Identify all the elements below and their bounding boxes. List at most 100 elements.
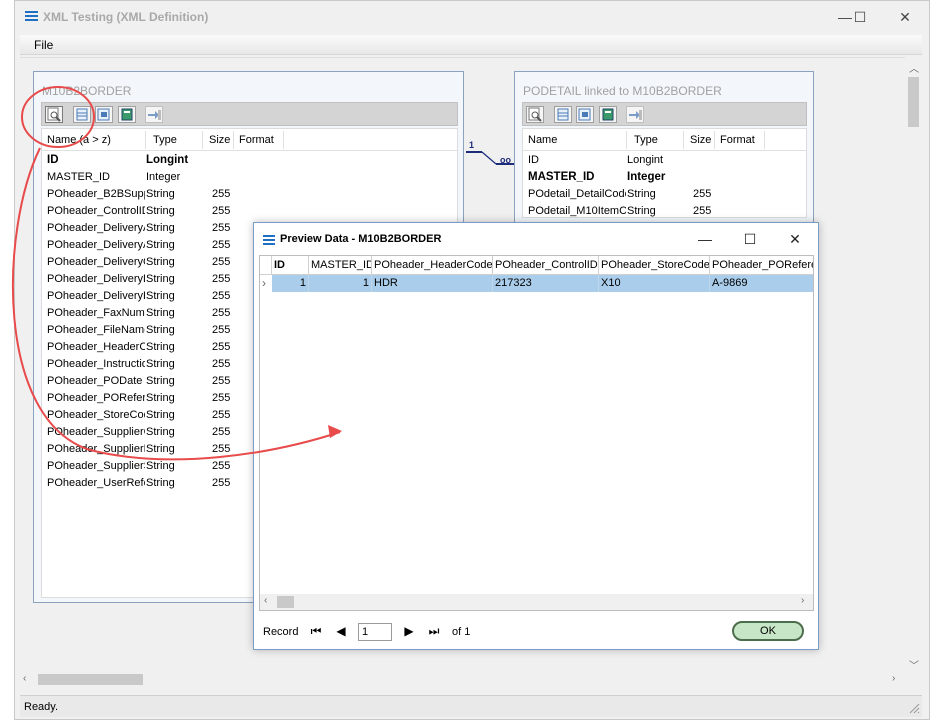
field-name: POheader_B2BSupplierCode: [47, 188, 145, 200]
field-row[interactable]: POdetail_M10ItemCodeString 255: [523, 203, 806, 220]
field-type: String: [146, 409, 175, 421]
grid-view-icon[interactable]: [73, 106, 91, 123]
field-name: POheader_PODate: [47, 375, 143, 387]
table-panel-podetail[interactable]: PODETAIL linked to M10B2BORDER Name Type…: [514, 71, 814, 223]
column-header-type[interactable]: Type: [634, 134, 658, 146]
status-text: Ready.: [24, 701, 59, 713]
field-row[interactable]: MASTER_ID Integer: [523, 169, 806, 186]
table-toolbar: [41, 102, 458, 126]
preview-column-id[interactable]: ID: [272, 256, 309, 275]
field-row[interactable]: ID Longint: [523, 152, 806, 169]
cell-master-id[interactable]: 1: [309, 275, 372, 292]
column-header-format[interactable]: Format: [239, 134, 274, 146]
preview-data-grid[interactable]: ID MASTER_ID POheader_HeaderCode POheade…: [259, 255, 814, 611]
preview-data-dialog: Preview Data - M10B2BORDER — ☐ ✕ ID MAST…: [253, 222, 819, 650]
table-row[interactable]: › 1 1 HDR 217323 X10 A-9869: [260, 275, 813, 292]
field-name: POheader_StoreCode: [47, 409, 145, 421]
preview-column-master-id[interactable]: MASTER_ID: [309, 256, 372, 275]
form-view-icon[interactable]: [576, 106, 594, 123]
menu-file[interactable]: File: [34, 38, 53, 52]
table-toolbar: [522, 102, 807, 126]
form-view-icon[interactable]: [95, 106, 113, 123]
cell-id[interactable]: 1: [272, 275, 309, 292]
field-name: ID: [47, 154, 59, 166]
field-size: 255: [212, 341, 231, 353]
calculate-icon[interactable]: [118, 106, 136, 123]
field-name: ID: [528, 154, 539, 166]
column-header-name[interactable]: Name: [528, 134, 557, 146]
preview-grid-header: ID MASTER_ID POheader_HeaderCode POheade…: [260, 256, 813, 275]
field-name: POheader_ControlID: [47, 205, 145, 217]
resize-grip-icon[interactable]: [908, 702, 920, 714]
column-header-name[interactable]: Name (a > z): [47, 134, 111, 146]
field-type: String: [146, 205, 175, 217]
scroll-down-icon[interactable]: ﹀: [909, 657, 919, 672]
preview-column-controlid[interactable]: POheader_ControlID: [493, 256, 599, 275]
record-navigator: Record ⏮ ◀ 1 ▶ ⏭ of 1: [263, 623, 763, 643]
scroll-right-icon[interactable]: ›: [892, 673, 895, 684]
cell-storecode[interactable]: X10: [599, 275, 710, 292]
preview-column-headercode[interactable]: POheader_HeaderCode: [372, 256, 493, 275]
field-type: String: [146, 290, 175, 302]
field-size: 255: [212, 239, 231, 251]
cell-headercode[interactable]: HDR: [372, 275, 493, 292]
preview-column-poreference[interactable]: POheader_POReference: [710, 256, 813, 275]
table-panel-title: PODETAIL linked to M10B2BORDER: [523, 84, 722, 98]
vertical-scroll-thumb[interactable]: [908, 77, 919, 127]
dialog-menu-icon[interactable]: [263, 235, 275, 247]
scroll-left-icon[interactable]: ‹: [23, 673, 26, 684]
preview-data-icon[interactable]: [526, 106, 544, 123]
field-name: POheader_UserReference: [47, 477, 145, 489]
field-row[interactable]: POheader_ControlID String 255: [42, 203, 457, 220]
column-header-type[interactable]: Type: [153, 134, 177, 146]
cell-poreference[interactable]: A-9869: [710, 275, 813, 292]
column-header-size[interactable]: Size: [690, 134, 711, 146]
calculate-icon[interactable]: [599, 106, 617, 123]
preview-horizontal-scrollbar[interactable]: ‹ ›: [260, 594, 813, 610]
field-row[interactable]: MASTER_ID Integer: [42, 169, 457, 186]
ok-button[interactable]: OK: [732, 621, 804, 641]
link-table-icon[interactable]: [145, 106, 163, 123]
last-record-icon[interactable]: ⏭: [427, 624, 441, 639]
preview-scroll-thumb[interactable]: [277, 596, 294, 608]
scroll-left-icon[interactable]: ‹: [264, 595, 267, 606]
field-size: 255: [212, 460, 231, 472]
scroll-right-icon[interactable]: ›: [801, 595, 804, 606]
field-name: POheader_HeaderCode: [47, 341, 145, 353]
field-type: String: [146, 477, 175, 489]
link-table-icon[interactable]: [626, 106, 644, 123]
column-header-size[interactable]: Size: [209, 134, 230, 146]
previous-record-icon[interactable]: ◀: [334, 624, 348, 638]
horizontal-scrollbar[interactable]: ‹ ›: [20, 671, 905, 688]
scroll-up-icon[interactable]: ︿: [909, 60, 919, 75]
field-name: POdetail_M10ItemCode: [528, 205, 626, 217]
maximize-button[interactable]: ☐: [846, 7, 874, 27]
horizontal-scroll-thumb[interactable]: [38, 674, 143, 685]
field-type: String: [146, 222, 175, 234]
vertical-scrollbar[interactable]: ︿ ﹀: [905, 57, 922, 687]
field-size: 255: [212, 477, 231, 489]
column-header-format[interactable]: Format: [720, 134, 755, 146]
field-size: 255: [212, 256, 231, 268]
field-name: POheader_DeliveryAttention: [47, 239, 145, 251]
menu-bar: File: [20, 35, 922, 55]
next-record-icon[interactable]: ▶: [402, 624, 416, 638]
field-row[interactable]: POheader_B2BSupplierCodeString 255: [42, 186, 457, 203]
first-record-icon[interactable]: ⏮: [309, 624, 323, 639]
field-row[interactable]: POdetail_DetailCode String 255: [523, 186, 806, 203]
field-size: 255: [693, 205, 712, 217]
preview-data-icon[interactable]: [45, 106, 63, 123]
dialog-minimize-button[interactable]: —: [691, 229, 719, 249]
field-type: String: [146, 358, 175, 370]
field-name: POheader_SupplierState: [47, 460, 145, 472]
dialog-close-button[interactable]: ✕: [781, 229, 809, 249]
preview-column-storecode[interactable]: POheader_StoreCode: [599, 256, 710, 275]
field-row[interactable]: ID Longint: [42, 152, 457, 169]
cell-controlid[interactable]: 217323: [493, 275, 599, 292]
app-menu-icon[interactable]: [25, 11, 38, 22]
record-number-input[interactable]: 1: [358, 623, 392, 641]
dialog-maximize-button[interactable]: ☐: [736, 229, 764, 249]
grid-view-icon[interactable]: [554, 106, 572, 123]
field-list: Name Type Size Format ID Longint MASTER_ID…: [522, 128, 807, 218]
close-button[interactable]: ✕: [891, 7, 919, 27]
